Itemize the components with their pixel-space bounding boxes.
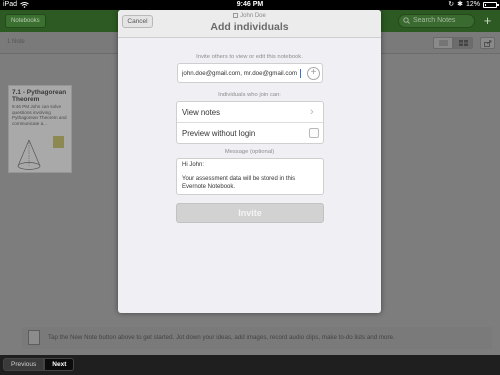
preview-without-login-option[interactable]: Preview without login xyxy=(177,123,323,144)
message-body: Your assessment data will be stored in t… xyxy=(182,176,296,190)
sticky-note-thumbnail xyxy=(53,136,64,148)
view-notes-label: View notes xyxy=(182,108,220,117)
note-card[interactable]: 7.1 - Pythagorean Theorem 9:46 PM John c… xyxy=(8,85,72,173)
message-textarea[interactable]: Hi John: Your assessment data will be st… xyxy=(176,158,324,195)
empty-state-tip: Tap the New Note button above to get sta… xyxy=(22,327,492,349)
battery-percent: 12% xyxy=(465,1,480,8)
document-icon xyxy=(28,330,40,345)
next-button[interactable]: Next xyxy=(44,358,75,371)
view-toggle xyxy=(433,37,473,49)
status-time: 9:46 PM xyxy=(236,1,264,8)
message-label: Message (optional) xyxy=(224,149,275,155)
list-icon xyxy=(438,40,448,46)
cone-diagram-thumbnail xyxy=(17,139,41,170)
add-contact-icon[interactable]: + xyxy=(307,67,320,80)
note-count: 1 Note xyxy=(7,39,25,45)
add-individuals-dialog: Cancel John Doe Add individuals Invite o… xyxy=(118,10,381,313)
share-icon xyxy=(483,39,491,47)
status-bar: iPad 9:46 PM ↻ ✱ 12% xyxy=(0,0,500,10)
note-snippet: 9:46 PM John can solve questions involvi… xyxy=(12,104,67,126)
permissions-list: View notes › Preview without login xyxy=(176,101,324,144)
list-view-button[interactable] xyxy=(433,37,453,49)
message-greeting: Hi John: xyxy=(182,162,205,168)
email-input[interactable] xyxy=(182,68,300,79)
invite-prompt: Invite others to view or edit this noteb… xyxy=(196,54,303,60)
share-button[interactable] xyxy=(480,37,495,49)
lock-rotation-icon: ↻ xyxy=(448,1,455,8)
chevron-right-icon: › xyxy=(310,106,314,118)
notebook-owner: John Doe xyxy=(118,13,381,19)
new-note-button[interactable]: + xyxy=(480,14,495,28)
notebooks-button[interactable]: Notebooks xyxy=(5,14,46,28)
view-notes-option[interactable]: View notes › xyxy=(177,102,323,123)
card-view-button[interactable] xyxy=(453,37,473,49)
status-right: ↻ ✱ 12% xyxy=(448,0,499,10)
grid-icon xyxy=(458,40,468,46)
battery-icon xyxy=(483,2,499,8)
preview-without-login-label: Preview without login xyxy=(182,129,256,138)
bluetooth-icon: ✱ xyxy=(457,1,463,8)
dialog-header: Cancel John Doe Add individuals xyxy=(118,10,381,38)
invite-button[interactable]: Invite xyxy=(176,203,324,223)
user-icon xyxy=(233,13,239,18)
search-placeholder: Search Notes xyxy=(413,17,456,24)
text-caret xyxy=(300,69,301,78)
join-prompt: Individuals who join can: xyxy=(218,92,281,98)
pager-segmented-control: Previous Next xyxy=(3,358,75,371)
battery-fill xyxy=(485,4,486,6)
previous-button[interactable]: Previous xyxy=(3,358,45,371)
note-title: 7.1 - Pythagorean Theorem xyxy=(12,89,67,103)
search-field[interactable]: Search Notes xyxy=(398,14,475,28)
dialog-title: Add individuals xyxy=(210,21,289,33)
bottom-bar: Previous Next xyxy=(0,355,500,375)
tip-text: Tap the New Note button above to get sta… xyxy=(48,334,395,341)
preview-checkbox[interactable] xyxy=(309,128,319,138)
email-input-field[interactable]: + xyxy=(177,63,323,83)
owner-name: John Doe xyxy=(240,13,266,19)
search-icon xyxy=(403,17,410,24)
